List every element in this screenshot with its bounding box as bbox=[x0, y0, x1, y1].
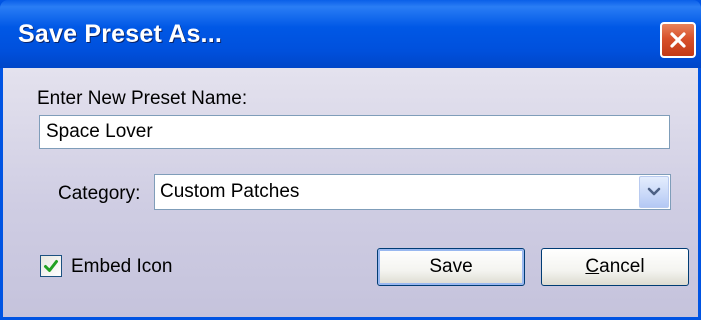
dialog-body: Enter New Preset Name: Category: Custom … bbox=[3, 68, 698, 317]
save-preset-dialog: Save Preset As... Enter New Preset Name:… bbox=[0, 0, 701, 320]
category-dropdown-button[interactable] bbox=[639, 176, 669, 208]
checkmark-icon bbox=[44, 260, 58, 272]
cancel-button[interactable]: Cancel bbox=[541, 248, 689, 286]
save-button[interactable]: Save bbox=[377, 248, 525, 286]
category-selected-value: Custom Patches bbox=[160, 181, 300, 202]
category-dropdown[interactable]: Custom Patches bbox=[154, 174, 671, 210]
cancel-button-label: Cancel bbox=[585, 256, 644, 278]
category-label: Category: bbox=[58, 183, 141, 204]
title-bar[interactable]: Save Preset As... bbox=[0, 0, 701, 68]
dialog-title: Save Preset As... bbox=[18, 20, 222, 48]
embed-icon-checkbox[interactable] bbox=[40, 255, 62, 277]
close-icon bbox=[670, 32, 686, 48]
cancel-mnemonic: C bbox=[585, 256, 600, 277]
cancel-label-rest: ancel bbox=[599, 256, 645, 277]
preset-name-label: Enter New Preset Name: bbox=[37, 88, 248, 109]
preset-name-input[interactable] bbox=[39, 115, 670, 149]
save-button-label: Save bbox=[429, 256, 473, 277]
close-button[interactable] bbox=[660, 22, 696, 58]
chevron-down-icon bbox=[647, 187, 661, 196]
embed-icon-label[interactable]: Embed Icon bbox=[71, 256, 172, 278]
